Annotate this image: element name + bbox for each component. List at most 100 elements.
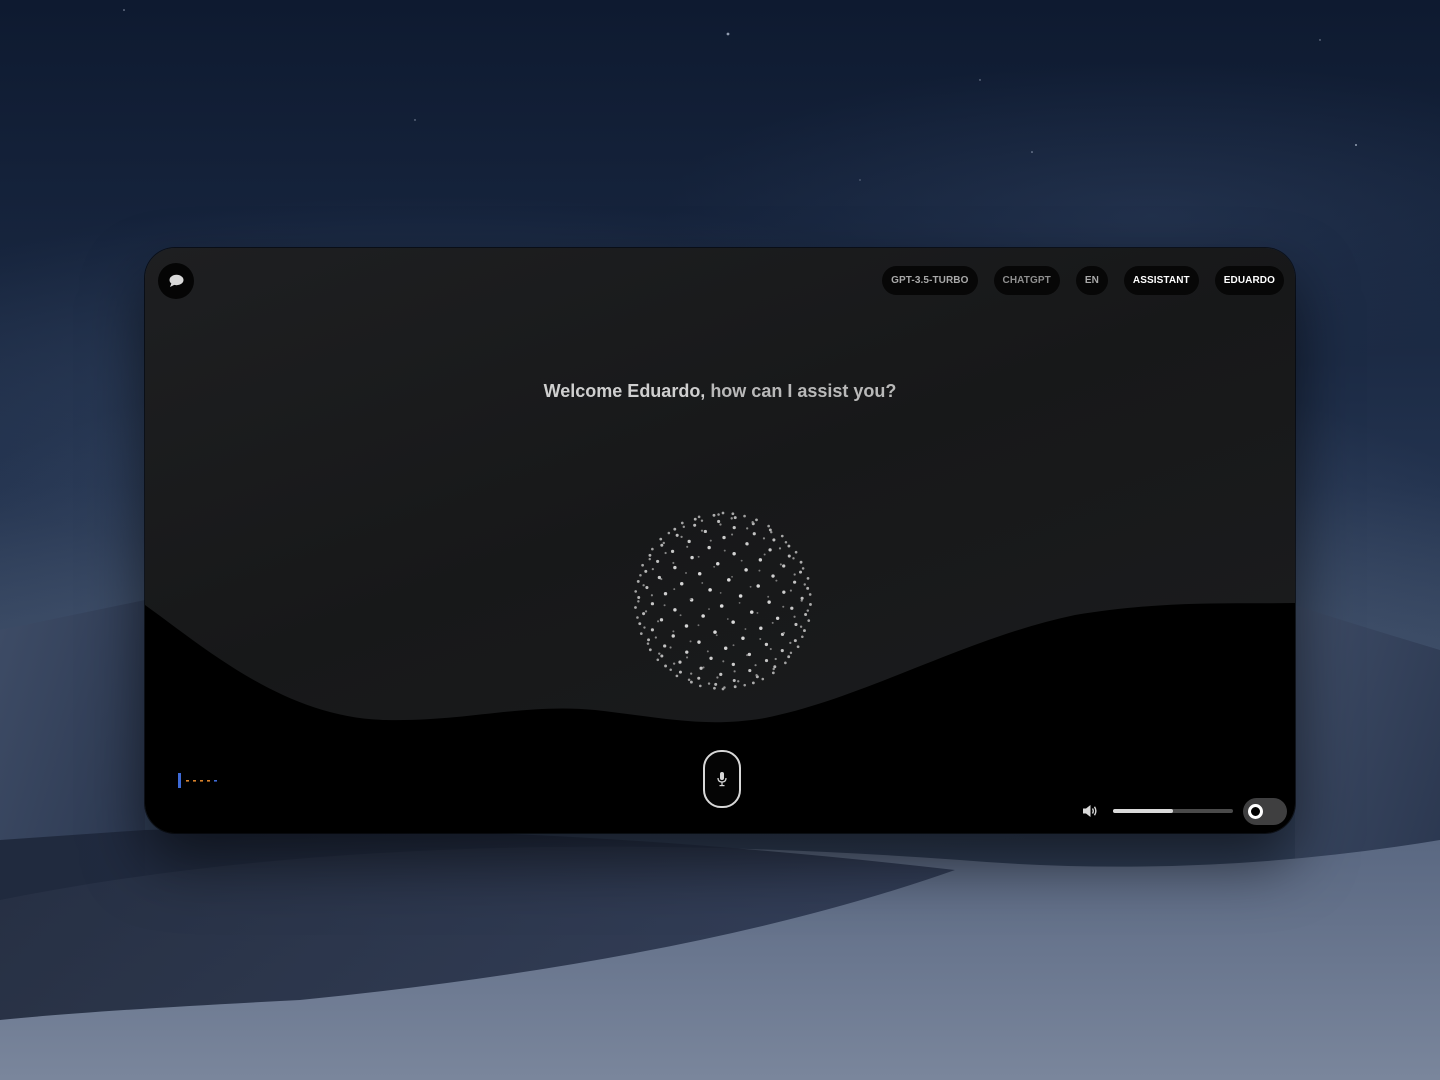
assistant-pill[interactable]: ASSISTANT xyxy=(1123,266,1199,295)
particle xyxy=(782,631,786,634)
particle xyxy=(713,565,716,568)
particle xyxy=(697,676,701,680)
particle xyxy=(637,596,641,600)
particle xyxy=(708,588,712,592)
particle xyxy=(723,686,726,689)
particle xyxy=(756,611,759,614)
particle xyxy=(790,606,794,610)
particle xyxy=(703,529,707,534)
particle xyxy=(773,665,777,669)
particle xyxy=(642,612,646,616)
speaker-icon[interactable] xyxy=(1081,802,1099,820)
particle xyxy=(645,585,649,590)
particle xyxy=(800,599,803,602)
particle xyxy=(803,629,806,633)
volume-slider[interactable] xyxy=(1113,809,1233,813)
particle xyxy=(782,564,786,568)
particle xyxy=(699,666,703,670)
particle xyxy=(708,608,710,610)
particle xyxy=(644,569,648,573)
particle xyxy=(673,588,676,591)
particle xyxy=(663,592,668,596)
particle xyxy=(796,645,800,649)
particle xyxy=(644,610,648,613)
particle xyxy=(806,586,810,590)
particle xyxy=(803,583,806,586)
particle xyxy=(775,579,778,582)
particle xyxy=(800,596,804,600)
particle xyxy=(732,526,736,530)
particle xyxy=(697,624,700,627)
language-pill[interactable]: EN xyxy=(1075,266,1108,295)
particle xyxy=(731,575,733,578)
particle xyxy=(789,589,792,592)
particle xyxy=(746,527,749,530)
particle xyxy=(697,571,702,576)
particle xyxy=(747,652,752,657)
chat-button[interactable] xyxy=(158,263,194,299)
microphone-icon xyxy=(717,772,727,787)
particle xyxy=(745,542,749,546)
particle xyxy=(664,551,667,555)
dark-mode-toggle[interactable] xyxy=(1243,797,1287,825)
particle xyxy=(660,654,664,658)
model-pill[interactable]: GPT-3.5-TURBO xyxy=(882,266,978,295)
particle xyxy=(787,655,791,659)
particle xyxy=(719,592,722,594)
particle xyxy=(634,606,637,609)
particle xyxy=(669,668,672,672)
particle xyxy=(741,636,745,641)
particle xyxy=(690,555,694,560)
particle xyxy=(673,565,677,570)
particle xyxy=(712,513,716,517)
particle xyxy=(672,561,675,564)
particle xyxy=(740,559,743,562)
particle xyxy=(684,624,689,628)
particle xyxy=(806,576,810,580)
particle xyxy=(809,603,812,606)
particle xyxy=(737,680,740,683)
particle xyxy=(732,644,735,647)
particle xyxy=(717,513,720,516)
particle xyxy=(658,652,661,655)
particle xyxy=(771,574,775,578)
particle xyxy=(697,555,700,558)
particle xyxy=(657,620,660,623)
particle xyxy=(799,560,803,564)
chat-bubble-icon xyxy=(169,274,184,287)
particle xyxy=(637,600,640,603)
particle xyxy=(719,604,724,608)
particle xyxy=(784,540,788,544)
particle xyxy=(806,609,810,612)
user-pill[interactable]: EDUARDO xyxy=(1214,266,1284,295)
toggle-knob xyxy=(1248,803,1263,819)
particle xyxy=(698,684,702,688)
particle xyxy=(687,539,691,544)
particle xyxy=(733,670,736,673)
particle xyxy=(761,677,765,681)
particle xyxy=(762,537,766,540)
particle xyxy=(643,626,646,629)
particle xyxy=(648,557,651,561)
particle xyxy=(755,673,758,677)
particle xyxy=(738,594,743,598)
particle xyxy=(779,563,782,566)
particle xyxy=(744,568,748,572)
particle xyxy=(690,672,693,675)
particle xyxy=(751,521,754,524)
particle xyxy=(751,681,755,685)
particle xyxy=(794,622,798,627)
particle xyxy=(700,529,704,532)
microphone-button[interactable] xyxy=(703,750,741,808)
particle xyxy=(768,548,772,552)
particle-sphere-visualizer xyxy=(634,511,812,691)
particle xyxy=(651,547,654,551)
particle xyxy=(650,602,655,606)
provider-pill[interactable]: CHATGPT xyxy=(993,266,1060,295)
particle xyxy=(758,558,763,562)
particle xyxy=(641,563,644,567)
particle xyxy=(748,668,752,673)
particle xyxy=(647,638,651,642)
particle xyxy=(774,657,777,661)
particle xyxy=(646,642,650,645)
